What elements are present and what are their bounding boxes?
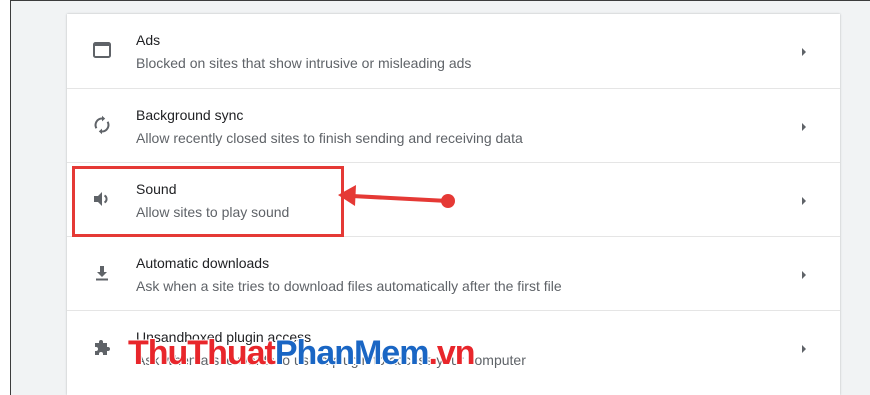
permissions-card: Ads Blocked on sites that show intrusive…	[67, 14, 840, 395]
window-border-top	[10, 0, 870, 1]
setting-description: Blocked on sites that show intrusive or …	[136, 55, 472, 71]
chevron-right-icon	[800, 268, 808, 280]
setting-title: Background sync	[136, 107, 244, 123]
setting-description: Allow sites to play sound	[136, 204, 290, 220]
chevron-right-icon	[800, 45, 808, 57]
chevron-right-icon	[800, 342, 808, 354]
sync-icon	[92, 115, 112, 135]
chevron-right-icon	[800, 194, 808, 206]
window-border-left	[10, 0, 11, 395]
setting-title: Ads	[136, 32, 161, 48]
puzzle-icon	[92, 337, 112, 357]
setting-description: Allow recently closed sites to finish se…	[136, 130, 523, 146]
setting-title: Unsandboxed plugin access	[136, 329, 312, 345]
setting-title: Sound	[136, 181, 177, 197]
setting-row-ads[interactable]: Ads Blocked on sites that show intrusive…	[67, 14, 840, 87]
setting-row-background-sync[interactable]: Background sync Allow recently closed si…	[67, 88, 840, 162]
setting-row-sound[interactable]: Sound Allow sites to play sound	[67, 162, 840, 236]
volume-icon	[92, 189, 112, 209]
web-asset-icon	[92, 40, 112, 60]
setting-description: Ask when a site wants to use a plugin to…	[136, 352, 526, 368]
setting-title: Automatic downloads	[136, 255, 270, 271]
setting-description: Ask when a site tries to download files …	[136, 278, 562, 294]
setting-row-automatic-downloads[interactable]: Automatic downloads Ask when a site trie…	[67, 236, 840, 310]
download-icon	[92, 263, 112, 283]
setting-row-unsandboxed-plugin[interactable]: Unsandboxed plugin access Ask when a sit…	[67, 310, 840, 384]
chevron-right-icon	[800, 120, 808, 132]
